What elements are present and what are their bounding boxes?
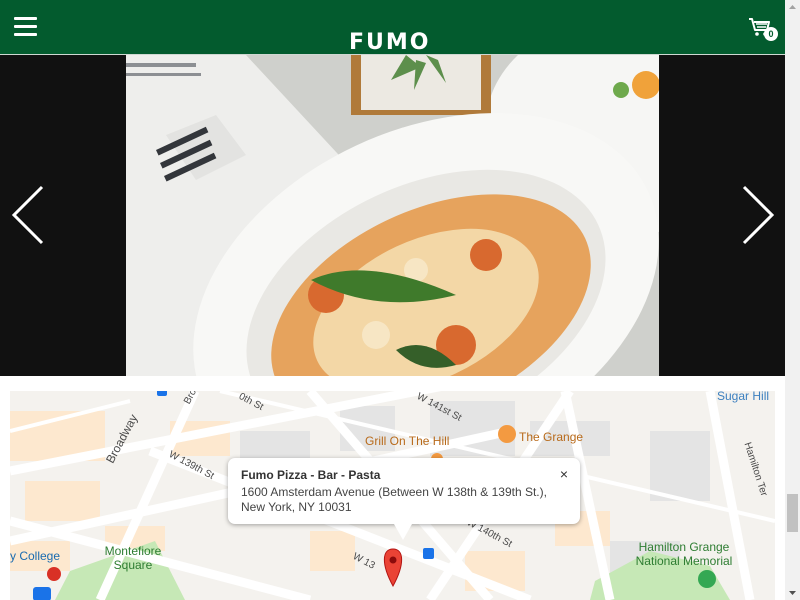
- google-map[interactable]: Sugar Hill Grill On The Hill The Grange …: [10, 391, 775, 600]
- info-window-title: Fumo Pizza - Bar - Pasta: [241, 468, 381, 482]
- map-label-sugar-hill: Sugar Hill: [717, 391, 770, 403]
- cart-count-badge: 0: [764, 27, 778, 41]
- map-label-college: y College: [10, 549, 61, 563]
- carousel-slide-image: [126, 55, 659, 376]
- map-label-montefiore-square: Montefiore Square: [104, 544, 162, 572]
- scroll-up-icon[interactable]: [785, 0, 800, 14]
- scroll-down-icon[interactable]: [785, 586, 800, 600]
- site-header: FUMO 0: [0, 0, 785, 55]
- map-info-window: Fumo Pizza - Bar - Pasta 1600 Amsterdam …: [228, 458, 580, 540]
- menu-icon[interactable]: [14, 16, 37, 36]
- cart-button[interactable]: 0: [748, 14, 778, 42]
- image-carousel: [0, 55, 785, 376]
- page-scrollbar[interactable]: [785, 0, 800, 600]
- map-label-the-grange[interactable]: The Grange: [519, 430, 583, 444]
- site-logo[interactable]: FUMO: [349, 30, 431, 56]
- info-window-address: 1600 Amsterdam Avenue (Between W 138th &…: [241, 485, 547, 514]
- baked-pasta-photo: [126, 55, 659, 376]
- carousel-next-button[interactable]: [740, 185, 776, 245]
- map-label-hamilton-grange[interactable]: Hamilton Grange National Memorial: [619, 540, 749, 568]
- close-icon[interactable]: ×: [560, 466, 568, 482]
- map-label-grill-on-the-hill[interactable]: Grill On The Hill: [365, 434, 449, 448]
- carousel-prev-button[interactable]: [10, 185, 46, 245]
- scrollbar-thumb[interactable]: [787, 494, 798, 532]
